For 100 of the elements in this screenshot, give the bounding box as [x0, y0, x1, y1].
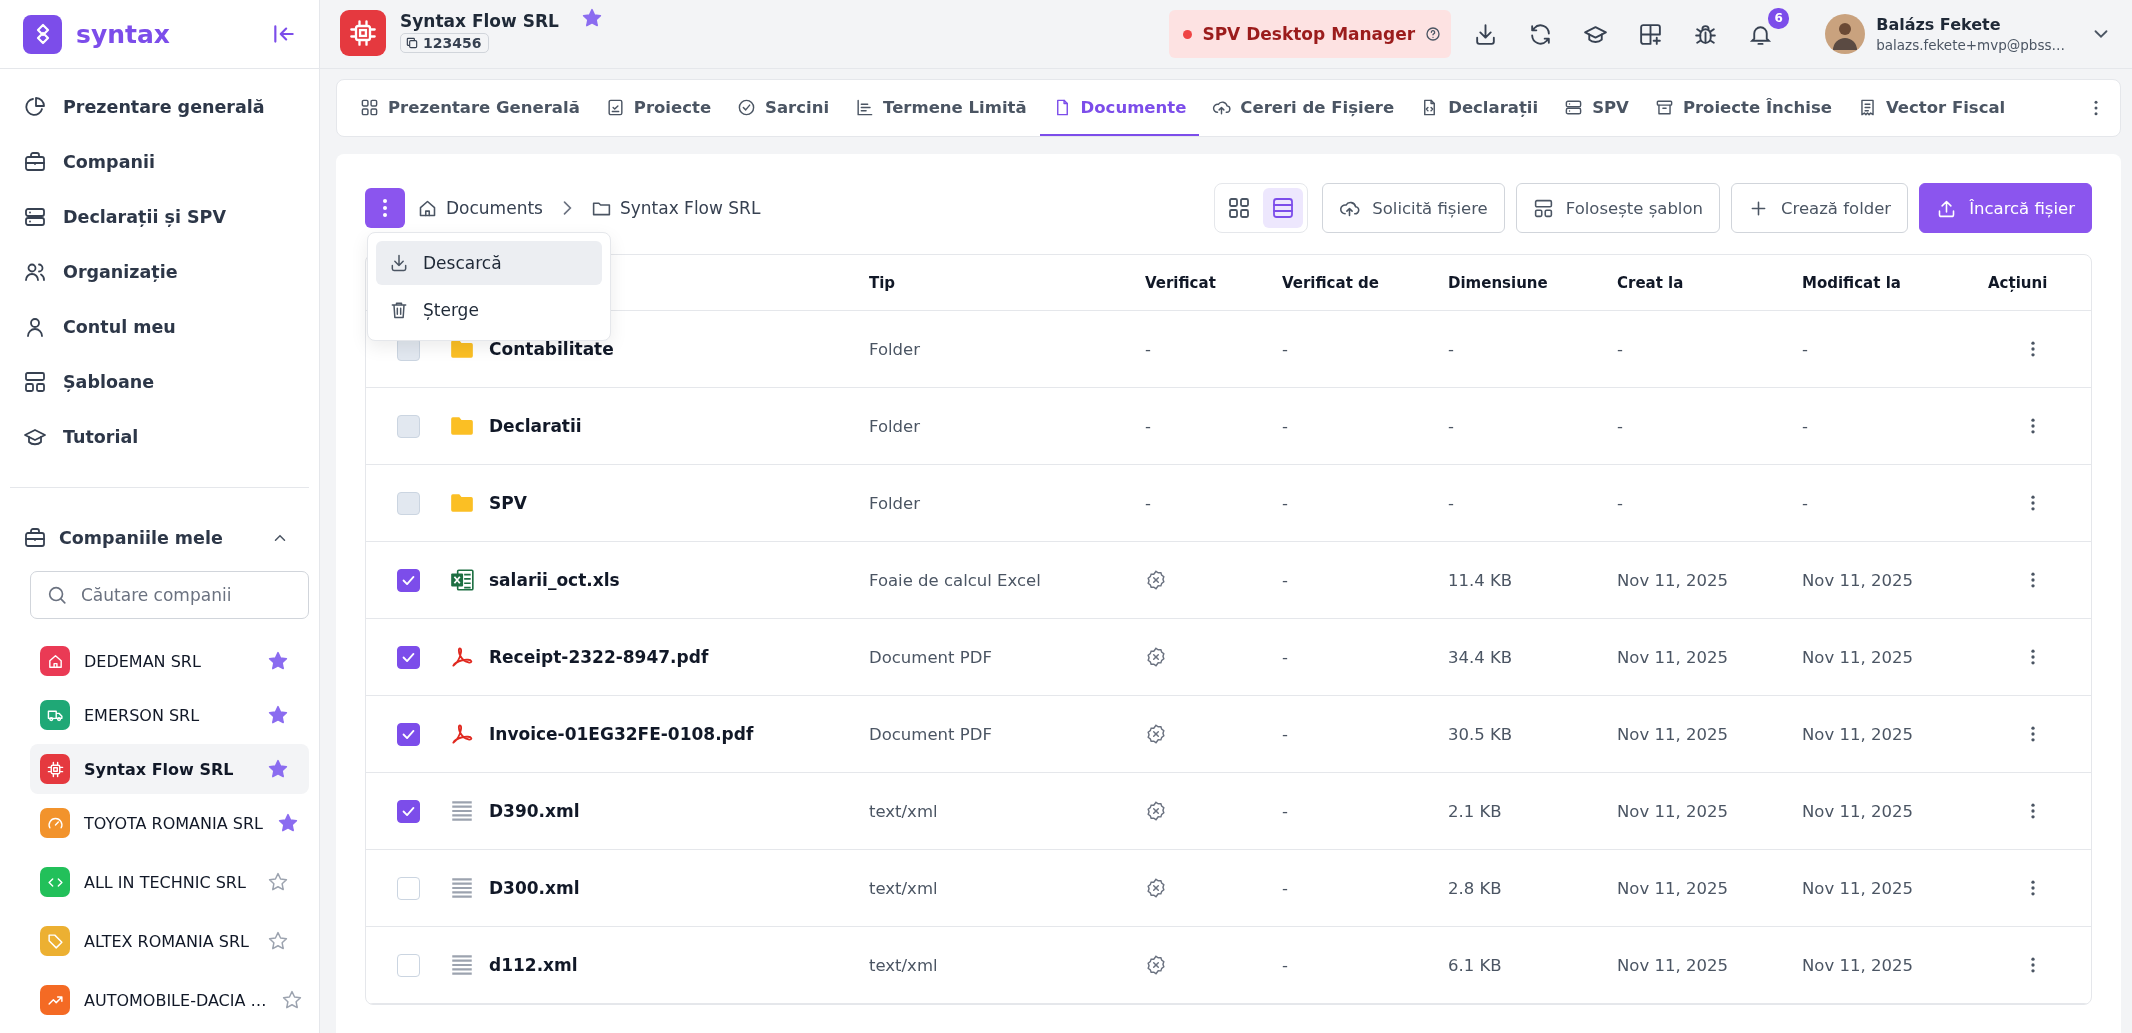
spv-status-button[interactable]: SPV Desktop Manager [1169, 10, 1452, 58]
star-icon[interactable] [276, 812, 299, 834]
file-name[interactable]: Invoice-01EG32FE-0108.pdf [489, 724, 754, 744]
star-icon[interactable] [267, 758, 289, 780]
download-icon [389, 253, 409, 273]
star-icon[interactable] [267, 650, 289, 672]
company-item[interactable]: Syntax Flow SRL [30, 744, 309, 794]
file-name[interactable]: D300.xml [489, 878, 580, 898]
text-file-icon [449, 875, 475, 901]
table-cell-text: Document PDF [869, 647, 993, 667]
tab[interactable]: Proiecte [592, 80, 725, 136]
user-name: Balázs Fekete [1876, 15, 2002, 34]
file-name[interactable]: d112.xml [489, 955, 578, 975]
star-icon[interactable] [580, 7, 603, 29]
nav-item[interactable]: Tutorial [23, 409, 319, 464]
action-button[interactable]: Crează folder [1731, 183, 1909, 233]
tab[interactable]: Termene Limită [842, 80, 1040, 136]
tab[interactable]: Documente [1039, 80, 1200, 136]
menu-item[interactable]: Descarcă [376, 241, 602, 285]
tab[interactable]: Cereri de Fișiere [1199, 80, 1408, 136]
avatar[interactable] [1825, 14, 1866, 54]
company-item[interactable]: DEDEMAN SRL [30, 636, 309, 686]
table-cell-text: - [1282, 570, 1289, 590]
star-icon[interactable] [280, 989, 303, 1011]
user-email: balazs.fekete+mvp@pbss… [1876, 37, 2065, 53]
table-cell-text: - [1448, 493, 1455, 513]
nav-item[interactable]: Companii [23, 134, 319, 189]
tab[interactable]: SPV [1551, 80, 1642, 136]
company-item[interactable]: AUTOMOBILE-DACIA … [30, 975, 309, 1025]
table-cell-text: Foaie de calcul Excel [869, 570, 1042, 590]
more-icon[interactable] [2029, 801, 2037, 821]
tab[interactable]: Prezentare Generală [347, 80, 593, 136]
more-icon[interactable] [2029, 339, 2037, 359]
text-file-icon [449, 798, 475, 824]
star-icon[interactable] [267, 930, 289, 952]
table-cell-text: - [1282, 416, 1289, 436]
receipt-icon [1858, 97, 1877, 117]
pdf-icon [449, 721, 475, 747]
checkbox[interactable] [397, 799, 420, 823]
more-icon[interactable] [2029, 647, 2037, 667]
more-icon[interactable] [2029, 570, 2037, 590]
file-name[interactable]: salarii_oct.xls [489, 570, 620, 590]
archive-icon [1654, 97, 1674, 117]
add-widget-icon[interactable] [1638, 21, 1664, 47]
more-icon[interactable] [2029, 416, 2037, 436]
list-view-button[interactable] [1263, 188, 1304, 228]
checkbox[interactable] [397, 568, 420, 592]
nav-item[interactable]: Declarații și SPV [23, 189, 319, 244]
breadcrumb-link[interactable]: Documents [446, 198, 543, 218]
table-cell-text: Nov 11, 2025 [1802, 570, 1914, 590]
table-cell-text: - [1282, 647, 1289, 667]
copy-id-button[interactable]: 123456 [400, 33, 490, 53]
spreadsheet-icon [449, 567, 475, 593]
company-item[interactable]: ALL IN TECHNIC SRL [30, 857, 309, 907]
table-cell-text: Nov 11, 2025 [1802, 724, 1914, 744]
nav-item[interactable]: Șabloane [23, 354, 319, 409]
text-file-icon [449, 952, 475, 978]
more-icon[interactable] [2029, 493, 2037, 513]
company-item[interactable]: EMERSON SRL [30, 690, 309, 740]
table-cell-text: - [1145, 416, 1152, 436]
table-cell-text: 11.4 KB [1448, 570, 1514, 590]
star-icon[interactable] [267, 704, 289, 726]
table-cell-text: Folder [869, 493, 921, 513]
table-cell-text: - [1282, 493, 1289, 513]
menu-item[interactable]: Șterge [376, 288, 602, 332]
checkbox[interactable] [397, 722, 420, 746]
nav-item[interactable]: Organizație [23, 244, 319, 299]
table-cell-text: - [1282, 339, 1289, 359]
table-cell-text: - [1802, 493, 1809, 513]
more-icon[interactable] [2029, 878, 2037, 898]
brand-name: syntax [76, 19, 171, 49]
company-title: Syntax Flow SRL [400, 11, 559, 31]
file-name[interactable]: D390.xml [489, 801, 580, 821]
more-icon[interactable] [2029, 724, 2037, 744]
help-icon [1425, 26, 1442, 42]
company-item[interactable]: ALTEX ROMANIA SRL [30, 916, 309, 966]
checkbox[interactable] [397, 645, 420, 669]
clipboard-check-icon [605, 97, 625, 117]
column-header: Verificat de [1282, 273, 1380, 292]
tab[interactable]: Sarcini [724, 80, 843, 136]
nav-item[interactable]: Prezentare generală [23, 79, 319, 134]
file-name[interactable]: Receipt-2322-8947.pdf [489, 647, 709, 667]
company-item[interactable]: TOYOTA ROMANIA SRL [30, 798, 309, 848]
tab[interactable]: Proiecte Închise [1641, 80, 1845, 136]
search-icon [46, 584, 68, 606]
tab[interactable]: Declarații [1407, 80, 1552, 136]
more-icon[interactable] [2029, 955, 2037, 975]
action-button[interactable]: Solicită fișiere [1322, 183, 1505, 233]
briefcase-icon [23, 149, 47, 174]
nav-item[interactable]: Contul meu [23, 299, 319, 354]
more-button[interactable] [365, 188, 405, 228]
table-cell-text: - [1282, 878, 1289, 898]
tab[interactable]: Vector Fiscal [1845, 80, 2019, 136]
action-button[interactable]: Încarcă fișier [1919, 183, 2092, 233]
table-cell-text: 34.4 KB [1448, 647, 1514, 667]
search-field[interactable]: Căutare companii [30, 571, 309, 619]
table-cell-text: - [1145, 493, 1152, 513]
breadcrumb-current: Syntax Flow SRL [619, 198, 761, 218]
action-button[interactable]: Folosește șablon [1515, 183, 1720, 233]
star-icon[interactable] [267, 871, 289, 893]
